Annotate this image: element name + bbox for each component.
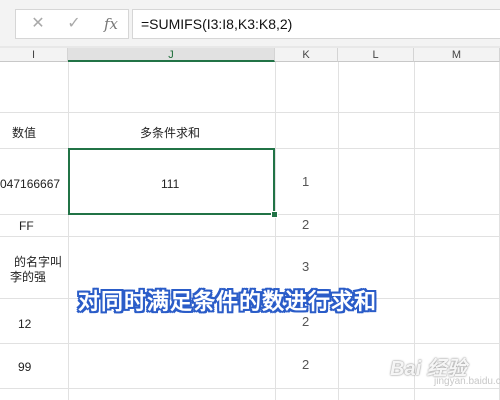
column-header-i[interactable]: I xyxy=(0,48,68,62)
watermark-url: jingyan.baidu.com xyxy=(434,376,500,387)
cell-k-row3[interactable]: 3 xyxy=(302,259,309,274)
cell-i-row5[interactable]: 99 xyxy=(18,360,31,374)
cell-k-row1[interactable]: 1 xyxy=(302,174,309,189)
cell-k-row5[interactable]: 2 xyxy=(302,357,309,372)
insert-function-icon[interactable]: fx xyxy=(100,10,122,38)
formula-bar-buttons: ✕ ✓ fx xyxy=(15,9,129,39)
cell-i-row3-line2[interactable]: 李的强 xyxy=(10,268,46,285)
cell-k-row2[interactable]: 2 xyxy=(302,217,309,232)
column-header-j[interactable]: J xyxy=(68,48,275,62)
cell-i-row4[interactable]: 12 xyxy=(18,317,31,331)
grid-line xyxy=(0,112,500,113)
cell-k-row4[interactable]: 2 xyxy=(302,314,309,329)
cell-i-row2[interactable]: FF xyxy=(19,219,34,233)
tutorial-caption: 对同时满足条件的数进行求和 xyxy=(78,289,378,314)
formula-text: =SUMIFS(I3:I8,K3:K8,2) xyxy=(141,16,293,32)
cell-i-row1[interactable]: 047166667 xyxy=(0,177,60,191)
column-header-k[interactable]: K xyxy=(275,48,338,62)
formula-bar: ✕ ✓ fx =SUMIFS(I3:I8,K3:K8,2) xyxy=(0,0,500,46)
fill-handle[interactable] xyxy=(271,211,278,218)
active-cell-selection xyxy=(68,148,275,215)
cell-i-header[interactable]: 数值 xyxy=(12,124,36,141)
cell-j-header[interactable]: 多条件求和 xyxy=(140,124,200,141)
grid-line xyxy=(0,236,500,237)
cancel-icon[interactable]: ✕ xyxy=(28,10,48,38)
column-header-m[interactable]: M xyxy=(414,48,500,62)
watermark: Bai 经验 jingyan.baidu.com xyxy=(388,348,500,392)
grid-line xyxy=(0,343,500,344)
enter-icon[interactable]: ✓ xyxy=(64,10,84,38)
column-header-l[interactable]: L xyxy=(338,48,414,62)
formula-input[interactable]: =SUMIFS(I3:I8,K3:K8,2) xyxy=(132,9,500,39)
